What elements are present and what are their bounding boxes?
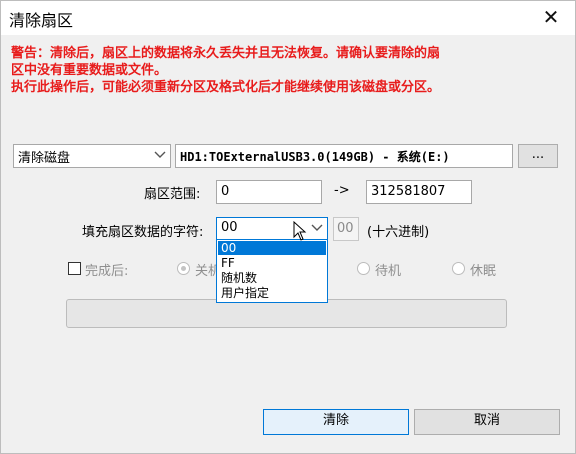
chevron-down-icon xyxy=(309,219,325,239)
standby-label: 待机 xyxy=(375,264,402,279)
after-complete-label: 完成后: xyxy=(85,264,129,279)
fill-option-custom[interactable]: 用户指定 xyxy=(218,286,326,300)
fill-char-dropdown-list: 00 FF 随机数 用户指定 xyxy=(216,239,328,303)
fill-char-label: 填充扇区数据的字符: xyxy=(82,225,204,240)
warning-line-1: 警告：清除后，扇区上的数据将永久丢失并且无法恢复。请确认要清除的扇 xyxy=(11,46,441,61)
hibernate-radio xyxy=(452,262,465,275)
title-bar: 清除扇区 ✕ xyxy=(1,1,575,35)
cancel-button[interactable]: 取消 xyxy=(414,409,560,435)
hibernate-label: 休眠 xyxy=(470,264,497,279)
clear-target-select[interactable]: 清除磁盘 xyxy=(13,144,171,168)
fill-char-select[interactable]: 00 xyxy=(216,217,328,241)
fill-option-00[interactable]: 00 xyxy=(218,241,326,255)
shutdown-radio xyxy=(177,262,190,275)
progress-bar xyxy=(66,299,507,328)
clear-button[interactable]: 清除 xyxy=(263,409,409,435)
warning-message: 警告：清除后，扇区上的数据将永久丢失并且无法恢复。请确认要清除的扇 区中没有重要… xyxy=(11,45,567,96)
clear-sectors-dialog: 清除扇区 ✕ 警告：清除后，扇区上的数据将永久丢失并且无法恢复。请确认要清除的扇… xyxy=(0,0,576,454)
fill-option-random[interactable]: 随机数 xyxy=(218,271,326,285)
browse-button[interactable]: ... xyxy=(518,144,558,168)
close-icon[interactable]: ✕ xyxy=(537,3,565,31)
after-complete-checkbox[interactable] xyxy=(68,262,81,275)
standby-radio xyxy=(357,262,370,275)
fill-char-value: 00 xyxy=(221,220,238,235)
range-arrow: -> xyxy=(334,183,350,198)
hex-note: (十六进制) xyxy=(367,225,430,240)
sector-start-input[interactable]: 0 xyxy=(216,180,322,204)
hex-value-input: 00 xyxy=(333,217,359,241)
clear-target-value: 清除磁盘 xyxy=(18,151,71,166)
fill-option-ff[interactable]: FF xyxy=(218,256,326,270)
mouse-cursor-icon xyxy=(293,220,307,245)
chevron-down-icon xyxy=(152,146,168,166)
sector-end-input[interactable]: 312581807 xyxy=(366,180,472,204)
window-title: 清除扇区 xyxy=(9,11,74,30)
warning-line-3: 执行此操作后，可能必须重新分区及格式化后才能继续使用该磁盘或分区。 xyxy=(11,80,441,95)
sector-range-label: 扇区范围: xyxy=(144,187,201,202)
disk-info-field: HD1:TOExternalUSB3.0(149GB) - 系统(E:) xyxy=(175,144,513,168)
warning-line-2: 区中没有重要数据或文件。 xyxy=(11,63,168,78)
disk-info-text: HD1:TOExternalUSB3.0(149GB) - 系统(E:) xyxy=(180,150,450,164)
